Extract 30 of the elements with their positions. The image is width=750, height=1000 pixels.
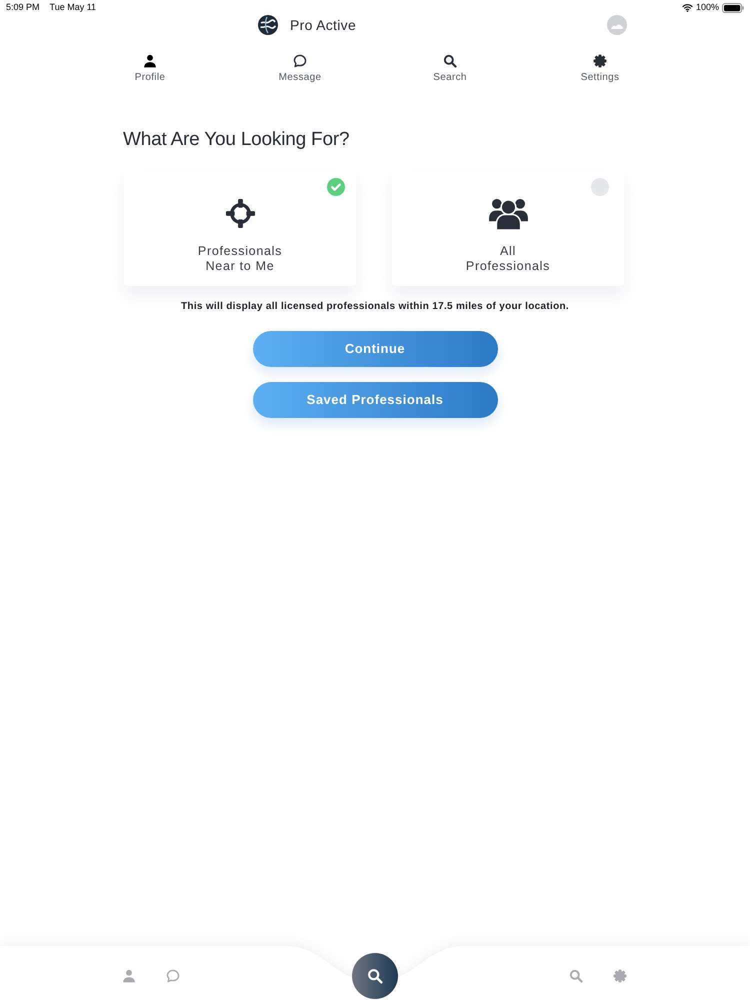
- search-tab-icon[interactable]: [569, 969, 583, 983]
- battery-level: 100%: [696, 0, 719, 14]
- status-date: Tue May 11: [50, 0, 96, 14]
- app-title: Pro Active: [290, 16, 356, 34]
- settings-icon: [592, 54, 607, 68]
- nav-tab[interactable]: Search: [429, 54, 471, 85]
- crosshair-icon: [224, 198, 256, 229]
- status-time: 5:09 PM: [6, 0, 40, 14]
- people-group-icon: [488, 196, 528, 230]
- settings-tab-icon[interactable]: [613, 969, 627, 983]
- nav-tab[interactable]: Profile: [130, 54, 170, 85]
- person-icon: [142, 54, 157, 68]
- option-label: All Professionals: [466, 244, 550, 274]
- battery-icon: [722, 2, 744, 12]
- chat-bubble-icon: [293, 54, 307, 68]
- avatar-icon[interactable]: [607, 15, 627, 35]
- app-logo-icon: [258, 15, 278, 35]
- info-note: This will display all licensed professionals within 17.5 miles of your location.: [181, 300, 569, 314]
- option-card[interactable]: Professionals Near to Me: [124, 168, 356, 286]
- option-card[interactable]: All Professionals: [392, 168, 624, 286]
- nav-tab[interactable]: Settings: [576, 54, 624, 85]
- search-fab-button[interactable]: [352, 953, 398, 999]
- nav-tab[interactable]: Message: [274, 54, 326, 85]
- page-heading: What Are You Looking For?: [123, 128, 350, 152]
- search-icon: [443, 54, 457, 68]
- option-label: Professionals Near to Me: [198, 244, 282, 274]
- search-icon: [367, 968, 383, 984]
- wifi-icon: [682, 3, 693, 12]
- message-tab-icon[interactable]: [166, 969, 180, 983]
- profile-tab-icon[interactable]: [122, 969, 136, 983]
